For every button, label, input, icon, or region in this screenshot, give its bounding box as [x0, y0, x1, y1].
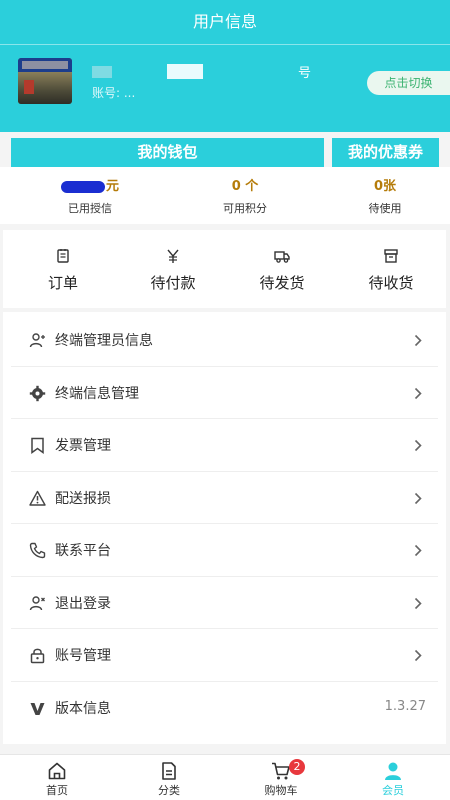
menu-item-terminal-info[interactable]: 终端信息管理	[11, 367, 438, 419]
menu-item-version-info[interactable]: 版本信息 1.3.27	[11, 682, 438, 735]
menu-item-account-management[interactable]: 账号管理	[11, 629, 438, 682]
page-title: 用户信息	[192, 12, 257, 31]
phone-icon	[29, 542, 46, 559]
menu-item-label: 发票管理	[55, 438, 111, 454]
chevron-right-icon	[414, 439, 422, 452]
yen-icon	[167, 249, 179, 263]
menu-item-label: 终端管理员信息	[55, 333, 153, 349]
order-pending-receipt[interactable]: 待收货	[336, 230, 446, 308]
wallet-stats: 元 已用授信 0 个 可用积分 0张 待使用	[0, 167, 450, 224]
order-pending-shipment[interactable]: 待发货	[227, 230, 337, 308]
stat-coupons-unused[interactable]: 0张 待使用	[310, 177, 450, 216]
stat-label: 已用授信	[68, 202, 112, 215]
redacted-credit-amount	[60, 180, 105, 193]
header-divider	[0, 44, 450, 45]
app-version: 1.3.27	[384, 698, 426, 714]
warning-icon	[29, 490, 46, 506]
menu-item-label: 配送报损	[55, 490, 111, 507]
order-label: 订单	[47, 274, 78, 292]
stat-label: 待使用	[368, 202, 402, 215]
avatar-detail	[24, 80, 34, 94]
chevron-right-icon	[414, 387, 422, 399]
menu-item-invoice-management[interactable]: 发票管理	[11, 419, 438, 472]
cart-icon	[272, 762, 290, 780]
order-label: 待付款	[150, 274, 196, 292]
stat-label: 可用积分	[223, 202, 267, 215]
cart-count-badge: 2	[289, 759, 305, 775]
chevron-right-icon	[414, 649, 422, 662]
tab-label: 首页	[46, 784, 68, 797]
menu-item-logout[interactable]: 退出登录	[11, 577, 438, 629]
stat-value: 元	[105, 179, 119, 194]
stat-value: 0张	[373, 179, 397, 194]
order-label: 待发货	[259, 274, 305, 292]
stat-points[interactable]: 0 个 可用积分	[170, 177, 320, 216]
order-icon	[57, 249, 69, 263]
order-label: 待收货	[368, 274, 414, 292]
tab-member[interactable]: 会员	[337, 755, 449, 800]
redacted-name-part	[167, 64, 203, 79]
box-icon	[384, 249, 398, 263]
user-x-icon	[29, 595, 45, 610]
settings-menu: 终端管理员信息 终端信息管理 发票管理 配送报损 联系平台 退出登录 账号管理 …	[3, 312, 446, 744]
avatar[interactable]	[18, 58, 72, 104]
chevron-right-icon	[414, 334, 422, 347]
chevron-right-icon	[414, 597, 422, 609]
my-coupons-heading[interactable]: 我的优惠券	[332, 138, 439, 167]
tab-label: 会员	[382, 784, 404, 797]
switch-account-button[interactable]: 点击切换	[367, 71, 450, 95]
category-icon	[162, 762, 176, 780]
header: 用户信息 号 账号: ... 点击切换	[0, 0, 450, 132]
chevron-right-icon	[414, 492, 422, 504]
tab-label: 购物车	[264, 784, 298, 797]
lock-icon	[30, 648, 45, 664]
order-all[interactable]: 订单	[8, 230, 118, 308]
order-shortcuts: 订单 待付款 待发货 待收货	[3, 230, 446, 308]
member-icon	[385, 762, 401, 780]
home-icon	[48, 762, 66, 780]
tab-home[interactable]: 首页	[1, 755, 113, 800]
user-name-suffix: 号	[298, 66, 312, 81]
avatar-sign	[18, 58, 72, 72]
bottom-tabbar: 首页 分类 购物车 2 会员	[0, 754, 450, 800]
menu-item-contact-platform[interactable]: 联系平台	[11, 524, 438, 577]
account-number: 账号: ...	[92, 86, 136, 100]
menu-item-label: 账号管理	[55, 648, 111, 664]
tab-cart[interactable]: 购物车 2	[225, 755, 337, 800]
order-pending-payment[interactable]: 待付款	[118, 230, 228, 308]
user-name: 号	[92, 62, 322, 82]
gear-icon	[29, 385, 46, 401]
stat-credit-used[interactable]: 元 已用授信	[15, 177, 165, 216]
menu-item-label: 退出登录	[55, 595, 111, 612]
menu-item-label: 联系平台	[55, 543, 111, 559]
menu-item-delivery-damage[interactable]: 配送报损	[11, 472, 438, 524]
tab-category[interactable]: 分类	[113, 755, 225, 800]
stat-value: 0 个	[231, 179, 259, 194]
truck-icon	[274, 251, 290, 263]
menu-item-label: 终端信息管理	[55, 385, 139, 402]
menu-item-terminal-admin-info[interactable]: 终端管理员信息	[11, 314, 438, 367]
tab-label: 分类	[158, 784, 180, 797]
menu-item-label: 版本信息	[55, 700, 111, 717]
user-plus-icon	[29, 333, 45, 348]
bookmark-icon	[31, 437, 44, 454]
chevron-right-icon	[414, 544, 422, 557]
my-wallet-heading[interactable]: 我的钱包	[11, 138, 324, 167]
redacted-name-part	[92, 66, 112, 78]
version-icon	[30, 702, 45, 715]
